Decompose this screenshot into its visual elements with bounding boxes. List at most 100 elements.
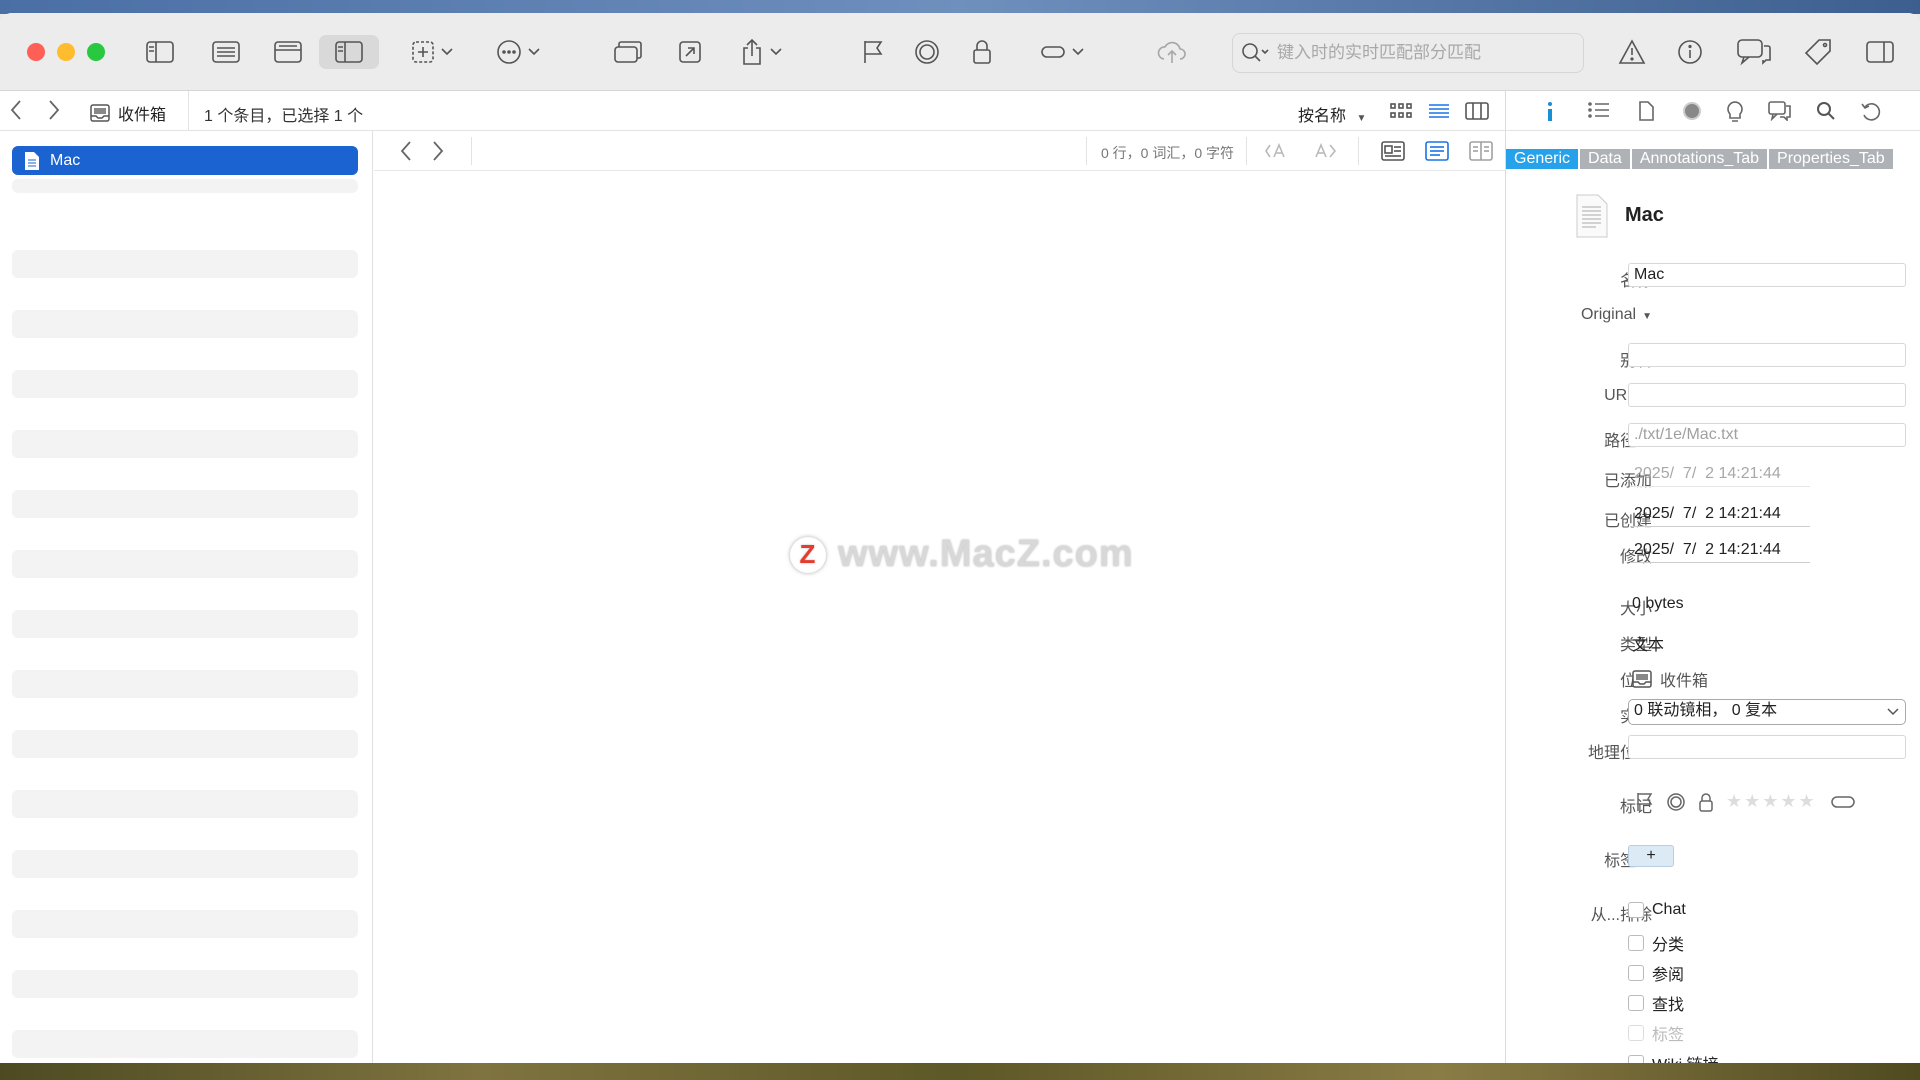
label-menu-button[interactable] bbox=[1034, 35, 1090, 69]
document-tab-button[interactable] bbox=[1638, 101, 1654, 126]
text-view-button[interactable] bbox=[1424, 139, 1450, 163]
checkbox-box bbox=[1628, 935, 1644, 951]
next-document-button[interactable] bbox=[430, 137, 446, 165]
cloud-sync-button[interactable] bbox=[1154, 35, 1190, 69]
history-tab-button[interactable] bbox=[1860, 101, 1882, 126]
rich-text-view-button[interactable] bbox=[1380, 139, 1406, 163]
chevron-down-icon bbox=[441, 48, 453, 56]
warnings-button[interactable] bbox=[1614, 35, 1650, 69]
column-view-button[interactable] bbox=[1464, 94, 1490, 128]
list-item-selected[interactable]: Mac bbox=[12, 146, 358, 175]
lock-icon[interactable] bbox=[1698, 792, 1714, 812]
search-field[interactable] bbox=[1232, 33, 1584, 73]
empty-row bbox=[12, 179, 358, 193]
tab-annotations[interactable]: Annotations_Tab bbox=[1631, 149, 1768, 169]
new-item-menu-button[interactable] bbox=[404, 35, 460, 69]
chat-button[interactable] bbox=[1734, 35, 1774, 69]
contents-tab-button[interactable] bbox=[1588, 101, 1610, 124]
text-lines-icon bbox=[1425, 141, 1449, 161]
exclude-tags-checkbox: 标签 bbox=[1628, 1021, 1684, 1045]
chat-tab-button[interactable] bbox=[1768, 101, 1792, 126]
grid-icon bbox=[1390, 103, 1412, 118]
unread-circle-icon[interactable] bbox=[1666, 792, 1686, 812]
toggle-inspector-button[interactable] bbox=[1862, 35, 1898, 69]
flag-icon[interactable] bbox=[1636, 792, 1654, 812]
previous-document-button[interactable] bbox=[398, 137, 414, 165]
text-document-icon bbox=[25, 151, 39, 170]
search-tab-button[interactable] bbox=[1816, 101, 1836, 126]
open-externally-button[interactable] bbox=[672, 35, 708, 69]
list-view-button[interactable] bbox=[208, 35, 244, 69]
info-button[interactable] bbox=[1672, 35, 1708, 69]
geolocation-field[interactable] bbox=[1628, 735, 1906, 759]
decrease-font-button[interactable] bbox=[1264, 139, 1290, 163]
divider bbox=[1358, 137, 1359, 165]
location-value[interactable]: 收件箱 bbox=[1632, 667, 1708, 691]
checkbox-label: 参阅 bbox=[1652, 967, 1685, 984]
windows-stack-icon bbox=[614, 41, 642, 63]
exclude-see-also-checkbox[interactable]: 参阅 bbox=[1628, 961, 1684, 985]
inbox-tray-icon bbox=[1632, 670, 1652, 688]
back-button[interactable] bbox=[8, 99, 24, 127]
current-group[interactable]: 收件箱 bbox=[90, 101, 166, 125]
name-field[interactable] bbox=[1628, 263, 1906, 287]
alias-field[interactable] bbox=[1628, 343, 1906, 367]
label-capsule-icon[interactable] bbox=[1830, 795, 1855, 809]
add-box-icon bbox=[412, 41, 434, 63]
target-circle-icon bbox=[915, 40, 939, 64]
close-window-button[interactable] bbox=[27, 43, 45, 61]
tags-button[interactable] bbox=[1800, 35, 1836, 69]
share-button[interactable] bbox=[733, 35, 789, 69]
zoom-window-button[interactable] bbox=[87, 43, 105, 61]
path-field[interactable]: ./txt/1e/Mac.txt bbox=[1628, 423, 1906, 447]
sidebar-icon bbox=[146, 41, 174, 63]
horizontal-split-button[interactable] bbox=[270, 35, 306, 69]
icon-view-button[interactable] bbox=[1388, 94, 1414, 128]
minimize-window-button[interactable] bbox=[57, 43, 75, 61]
annotation-tab-button[interactable] bbox=[1682, 101, 1702, 126]
tab-data[interactable]: Data bbox=[1580, 149, 1630, 169]
increase-font-button[interactable] bbox=[1312, 139, 1338, 163]
rating-stars[interactable]: ★★★★★ bbox=[1726, 791, 1817, 812]
vertical-split-button[interactable] bbox=[319, 35, 379, 69]
mark-read-button[interactable] bbox=[909, 35, 945, 69]
watermark-logo: Z bbox=[790, 536, 826, 573]
exclude-search-checkbox[interactable]: 查找 bbox=[1628, 991, 1684, 1015]
divider bbox=[1086, 137, 1087, 165]
exclude-classify-checkbox[interactable]: 分类 bbox=[1628, 931, 1684, 955]
modified-date-field[interactable]: 2025/ 7/ 2 14:21:44 bbox=[1630, 537, 1810, 563]
lock-button[interactable] bbox=[964, 35, 1000, 69]
location-value-text: 收件箱 bbox=[1660, 673, 1709, 690]
split-view-button[interactable] bbox=[1468, 139, 1494, 163]
original-label[interactable]: Original ▼ bbox=[1581, 306, 1652, 324]
add-tag-button[interactable]: + bbox=[1628, 845, 1674, 867]
exclude-chat-checkbox[interactable]: Chat bbox=[1628, 901, 1686, 919]
chat-bubbles-icon bbox=[1737, 39, 1771, 66]
info-tab-button[interactable] bbox=[1542, 101, 1558, 128]
instances-select[interactable]: 0 联动镜相， 0 复本 bbox=[1628, 699, 1906, 725]
tab-properties[interactable]: Properties_Tab bbox=[1769, 149, 1893, 169]
size-value: 0 bytes bbox=[1632, 595, 1684, 612]
concordance-tab-button[interactable] bbox=[1726, 101, 1744, 128]
forward-button[interactable] bbox=[46, 99, 62, 127]
checkbox-label: 查找 bbox=[1652, 997, 1685, 1014]
tab-generic[interactable]: Generic bbox=[1506, 149, 1579, 169]
sort-menu[interactable]: 按名称 ▼ bbox=[1298, 102, 1366, 126]
more-actions-button[interactable] bbox=[490, 35, 546, 69]
list-mode-button[interactable] bbox=[1426, 94, 1452, 128]
empty-row bbox=[12, 370, 358, 398]
flag-button[interactable] bbox=[855, 35, 891, 69]
toggle-sidebar-button[interactable] bbox=[142, 35, 178, 69]
empty-row bbox=[12, 790, 358, 818]
search-input[interactable] bbox=[1277, 43, 1577, 63]
url-field[interactable] bbox=[1628, 383, 1906, 407]
checkbox-box bbox=[1628, 1025, 1644, 1041]
duplicate-window-button[interactable] bbox=[610, 35, 646, 69]
word-count: 0 行，0 词汇，0 字符 bbox=[1101, 145, 1235, 161]
checkbox-label: Wiki 链接 bbox=[1652, 1051, 1719, 1063]
document-preview-icon bbox=[1381, 141, 1405, 161]
cloud-upload-icon bbox=[1157, 41, 1186, 63]
exclude-wiki-links-checkbox[interactable]: Wiki 链接 bbox=[1628, 1051, 1719, 1063]
created-date-field[interactable]: 2025/ 7/ 2 14:21:44 bbox=[1630, 501, 1810, 527]
sort-menu-label: 按名称 bbox=[1298, 108, 1347, 125]
